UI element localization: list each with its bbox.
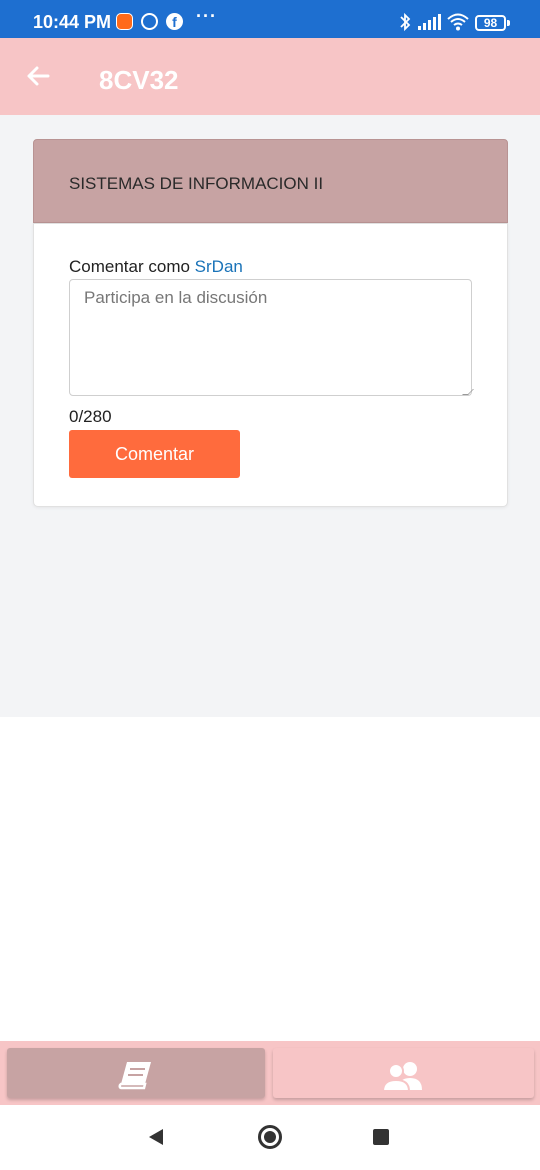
status-time: 10:44 PM xyxy=(33,12,112,32)
course-header: SISTEMAS DE INFORMACION II xyxy=(33,139,508,223)
mi-icon xyxy=(116,13,133,30)
comment-as-label: Comentar como SrDan xyxy=(69,257,243,277)
battery-tip xyxy=(507,20,510,26)
more-dots-icon: ··· xyxy=(196,6,217,26)
course-title: SISTEMAS DE INFORMACION II xyxy=(69,174,324,193)
nav-home-icon[interactable] xyxy=(258,1125,282,1149)
comment-button[interactable]: Comentar xyxy=(69,430,240,478)
comment-as-prefix: Comentar como xyxy=(69,257,190,276)
signal-icon xyxy=(417,14,441,35)
tab-course[interactable] xyxy=(7,1048,265,1098)
bluetooth-icon xyxy=(398,12,412,37)
system-nav-bar xyxy=(0,1105,540,1170)
wifi-icon xyxy=(446,12,470,37)
page-title: 8CV32 xyxy=(99,65,179,95)
bottom-tab-bar xyxy=(0,1041,540,1105)
ring-icon xyxy=(141,13,158,30)
battery-icon: 98 xyxy=(475,15,506,31)
content-area: SISTEMAS DE INFORMACION II Comentar como… xyxy=(0,115,540,717)
users-icon xyxy=(381,1062,422,1092)
comment-textarea[interactable] xyxy=(69,279,472,396)
tab-members[interactable] xyxy=(273,1048,534,1098)
comment-card: Comentar como SrDan 0/280 Comentar xyxy=(33,223,508,507)
nav-recents-icon[interactable] xyxy=(373,1129,389,1145)
nav-back-icon[interactable] xyxy=(147,1128,165,1151)
char-counter: 0/280 xyxy=(69,407,112,426)
username-link[interactable]: SrDan xyxy=(195,257,243,276)
app-bar: 8CV32 xyxy=(0,38,540,115)
arrow-left-icon[interactable] xyxy=(22,60,54,92)
book-icon xyxy=(118,1062,151,1090)
status-bar: 10:44 PM f ··· 98 xyxy=(0,0,540,38)
facebook-icon: f xyxy=(166,13,183,30)
